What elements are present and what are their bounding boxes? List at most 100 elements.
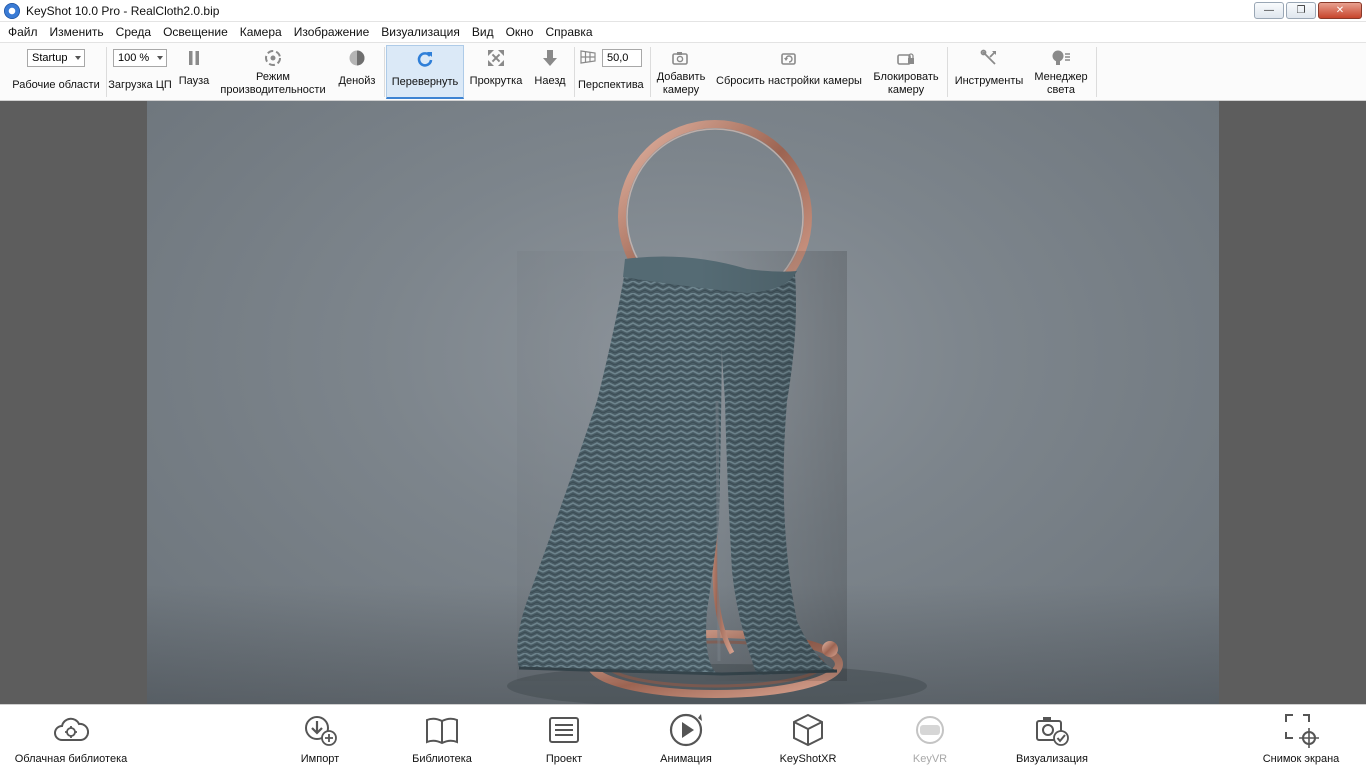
library-label: Библиотека — [412, 753, 472, 765]
menu-lighting[interactable]: Освещение — [157, 22, 234, 42]
perspective-grid-icon — [580, 49, 596, 67]
screenshot-label: Снимок экрана — [1262, 753, 1340, 765]
menu-help[interactable]: Справка — [539, 22, 598, 42]
cpu-usage-tool: 100 % Загрузка ЦП — [106, 45, 174, 99]
workspace-select-value: Startup — [32, 52, 68, 64]
tools-label: Инструменты — [954, 75, 1024, 87]
denoise-icon — [348, 45, 366, 71]
library-button[interactable]: Библиотека — [408, 711, 476, 767]
cloud-library-icon — [53, 711, 89, 749]
cpu-usage-select[interactable]: 100 % — [113, 49, 167, 67]
library-book-icon — [424, 711, 460, 749]
reset-camera-button[interactable]: Сбросить настройки камеры — [713, 45, 865, 99]
keyvr-button[interactable]: KeyVR — [904, 711, 956, 767]
animation-label: Анимация — [660, 753, 712, 765]
workspace-label: Рабочие области — [12, 79, 100, 91]
pause-button[interactable]: Пауза — [175, 45, 213, 99]
reset-camera-label: Сбросить настройки камеры — [716, 75, 862, 87]
render-button[interactable]: Визуализация — [1012, 711, 1092, 767]
import-button[interactable]: Импорт — [292, 711, 348, 767]
project-button[interactable]: Проект — [538, 711, 590, 767]
toolbar-divider — [384, 47, 385, 97]
close-button[interactable]: ✕ — [1318, 2, 1362, 19]
performance-mode-button[interactable]: Режим производительности — [215, 45, 331, 99]
pause-label: Пауза — [178, 75, 210, 87]
menu-camera[interactable]: Камера — [234, 22, 288, 42]
chevron-down-icon — [157, 56, 163, 60]
render-viewport[interactable] — [0, 101, 1366, 704]
denoise-label: Денойз — [338, 75, 376, 87]
denoise-button[interactable]: Денойз — [333, 45, 381, 99]
menu-file[interactable]: Файл — [2, 22, 44, 42]
dolly-button[interactable]: Наезд — [528, 45, 572, 99]
window-title: KeyShot 10.0 Pro - RealCloth2.0.bip — [26, 3, 220, 18]
toolbar-divider — [1096, 47, 1097, 97]
pan-icon — [487, 45, 505, 71]
render-camera-check-icon — [1034, 711, 1070, 749]
screenshot-crosshair-icon — [1283, 711, 1319, 749]
screenshot-button[interactable]: Снимок экрана — [1258, 711, 1344, 767]
cpu-usage-value: 100 % — [118, 52, 150, 64]
tools-button[interactable]: Инструменты — [950, 45, 1028, 99]
keyshotxr-cube-icon — [790, 711, 826, 749]
keyvr-headset-icon — [913, 711, 947, 749]
cpu-usage-label: Загрузка ЦП — [108, 79, 172, 91]
perspective-label: Перспектива — [578, 79, 644, 91]
light-manager-label-1: Менеджер — [1034, 71, 1088, 83]
cloud-library-button[interactable]: Облачная библиотека — [12, 711, 130, 767]
light-bulb-icon — [1051, 45, 1071, 71]
cloth-on-ring-render — [507, 120, 927, 704]
menu-image[interactable]: Изображение — [288, 22, 376, 42]
workspaces-tool: Startup Рабочие области — [8, 45, 104, 99]
dolly-label: Наезд — [534, 75, 566, 87]
menu-view[interactable]: Вид — [466, 22, 500, 42]
animation-play-icon — [668, 711, 704, 749]
pause-icon — [186, 45, 202, 71]
toolbar-divider — [947, 47, 948, 97]
light-manager-button[interactable]: Менеджер света — [1030, 45, 1092, 99]
keyshotxr-label: KeyShotXR — [779, 753, 837, 765]
perspective-input[interactable]: 50,0 — [602, 49, 642, 67]
project-label: Проект — [545, 753, 583, 765]
menu-render[interactable]: Визуализация — [375, 22, 466, 42]
pan-button[interactable]: Прокрутка — [466, 45, 526, 99]
animation-button[interactable]: Анимация — [656, 711, 716, 767]
light-manager-label-2: света — [1046, 84, 1075, 96]
minimize-button[interactable]: — — [1254, 2, 1284, 19]
main-toolbar: Startup Рабочие области 100 % Загрузка Ц… — [0, 42, 1366, 101]
menu-bar: Файл Изменить Среда Освещение Камера Изо… — [0, 22, 1366, 42]
menu-edit[interactable]: Изменить — [44, 22, 110, 42]
dolly-icon — [542, 45, 558, 71]
performance-mode-label-1: Режим — [256, 71, 290, 83]
keyshotxr-button[interactable]: KeyShotXR — [776, 711, 840, 767]
add-camera-label-2: камеру — [662, 84, 700, 96]
chevron-down-icon — [75, 56, 81, 60]
perspective-tool: 50,0 Перспектива — [576, 45, 648, 99]
lock-camera-label-2: камеру — [887, 84, 925, 96]
add-camera-icon — [672, 45, 690, 71]
tumble-icon — [416, 46, 434, 72]
toolbar-divider — [650, 47, 651, 97]
title-bar: KeyShot 10.0 Pro - RealCloth2.0.bip — ❐ … — [0, 0, 1366, 22]
lock-camera-button[interactable]: Блокировать камеру — [868, 45, 944, 99]
workspace-select[interactable]: Startup — [27, 49, 85, 67]
tumble-label: Перевернуть — [391, 76, 459, 88]
tools-icon — [980, 45, 998, 71]
tumble-button[interactable]: Перевернуть — [386, 45, 464, 99]
lock-camera-label-1: Блокировать — [873, 71, 939, 83]
restore-button[interactable]: ❐ — [1286, 2, 1316, 19]
performance-mode-icon — [264, 45, 282, 71]
pan-label: Прокрутка — [469, 75, 523, 87]
keyshot-logo-icon — [4, 2, 20, 19]
menu-environment[interactable]: Среда — [110, 22, 157, 42]
render-label: Визуализация — [1015, 753, 1089, 765]
menu-window[interactable]: Окно — [500, 22, 540, 42]
import-label: Импорт — [300, 753, 340, 765]
reset-camera-icon — [780, 45, 798, 71]
toolbar-divider — [574, 47, 575, 97]
add-camera-button[interactable]: Добавить камеру — [652, 45, 710, 99]
render-image[interactable] — [147, 101, 1219, 704]
window-controls: — ❐ ✕ — [1254, 2, 1362, 19]
import-icon — [302, 711, 338, 749]
project-list-icon — [547, 711, 581, 749]
